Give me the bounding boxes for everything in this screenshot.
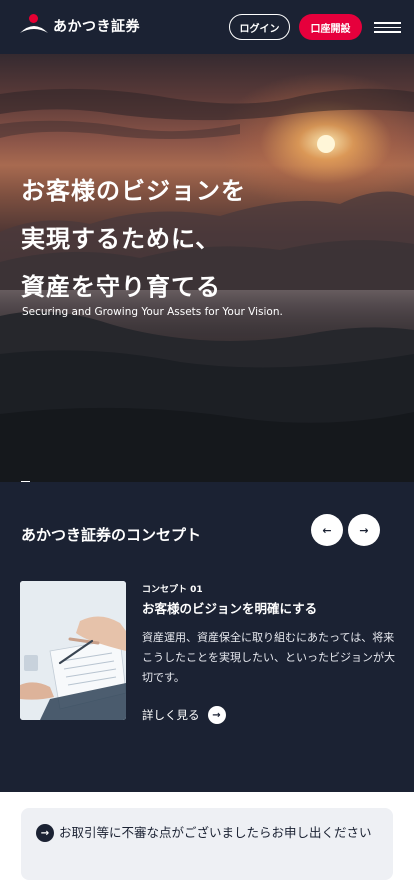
- hero-title-line: お客様のビジョンを: [21, 177, 246, 205]
- read-more-label: 詳しく見る: [142, 708, 200, 722]
- notice-banner[interactable]: → お取引等に不審な点がございましたらお申し出ください: [21, 808, 393, 880]
- login-button[interactable]: ログイン: [229, 14, 290, 40]
- site-header: あかつき証券 ログイン 口座開設: [0, 0, 414, 54]
- open-account-button[interactable]: 口座開設: [299, 14, 362, 40]
- arrow-right-icon: →: [359, 523, 369, 537]
- concept-heading: お客様のビジョンを明確にする: [142, 601, 318, 616]
- logo[interactable]: あかつき証券: [19, 14, 140, 38]
- hero-banner: お客様のビジョンを 実現するために、 資産を守り育てる Securing and…: [0, 54, 414, 482]
- notice-text: お取引等に不審な点がございましたらお申し出ください: [59, 825, 372, 840]
- hero-title-line: 資産を守り育てる: [21, 273, 221, 301]
- arrow-right-icon: →: [36, 824, 54, 842]
- carousel-prev-button[interactable]: ←: [311, 514, 343, 546]
- read-more-link[interactable]: 詳しく見る →: [142, 706, 226, 724]
- logo-mark-icon: [19, 14, 49, 38]
- concept-section: あかつき証券のコンセプト ← → コンセプト 01 お客様のビジョンを明確にする…: [0, 482, 414, 792]
- concept-number: コンセプト 01: [142, 585, 203, 595]
- hero-title: お客様のビジョンを 実現するために、 資産を守り育てる: [21, 167, 246, 311]
- notice-section: → お取引等に不審な点がございましたらお申し出ください: [0, 792, 414, 896]
- hamburger-menu-icon[interactable]: [374, 20, 401, 34]
- concept-body: 資産運用、資産保全に取り組むにあたっては、将来こうしたことを実現したい、といった…: [142, 631, 395, 684]
- concept-image: [20, 581, 126, 720]
- hero-title-line: 実現するために、: [21, 225, 221, 253]
- arrow-right-icon: →: [207, 706, 226, 724]
- logo-text: あかつき証券: [53, 19, 140, 35]
- carousel-next-button[interactable]: →: [348, 514, 380, 546]
- section-title: あかつき証券のコンセプト: [21, 526, 202, 544]
- arrow-left-icon: ←: [322, 523, 332, 537]
- hero-subtitle: Securing and Growing Your Assets for You…: [22, 306, 283, 318]
